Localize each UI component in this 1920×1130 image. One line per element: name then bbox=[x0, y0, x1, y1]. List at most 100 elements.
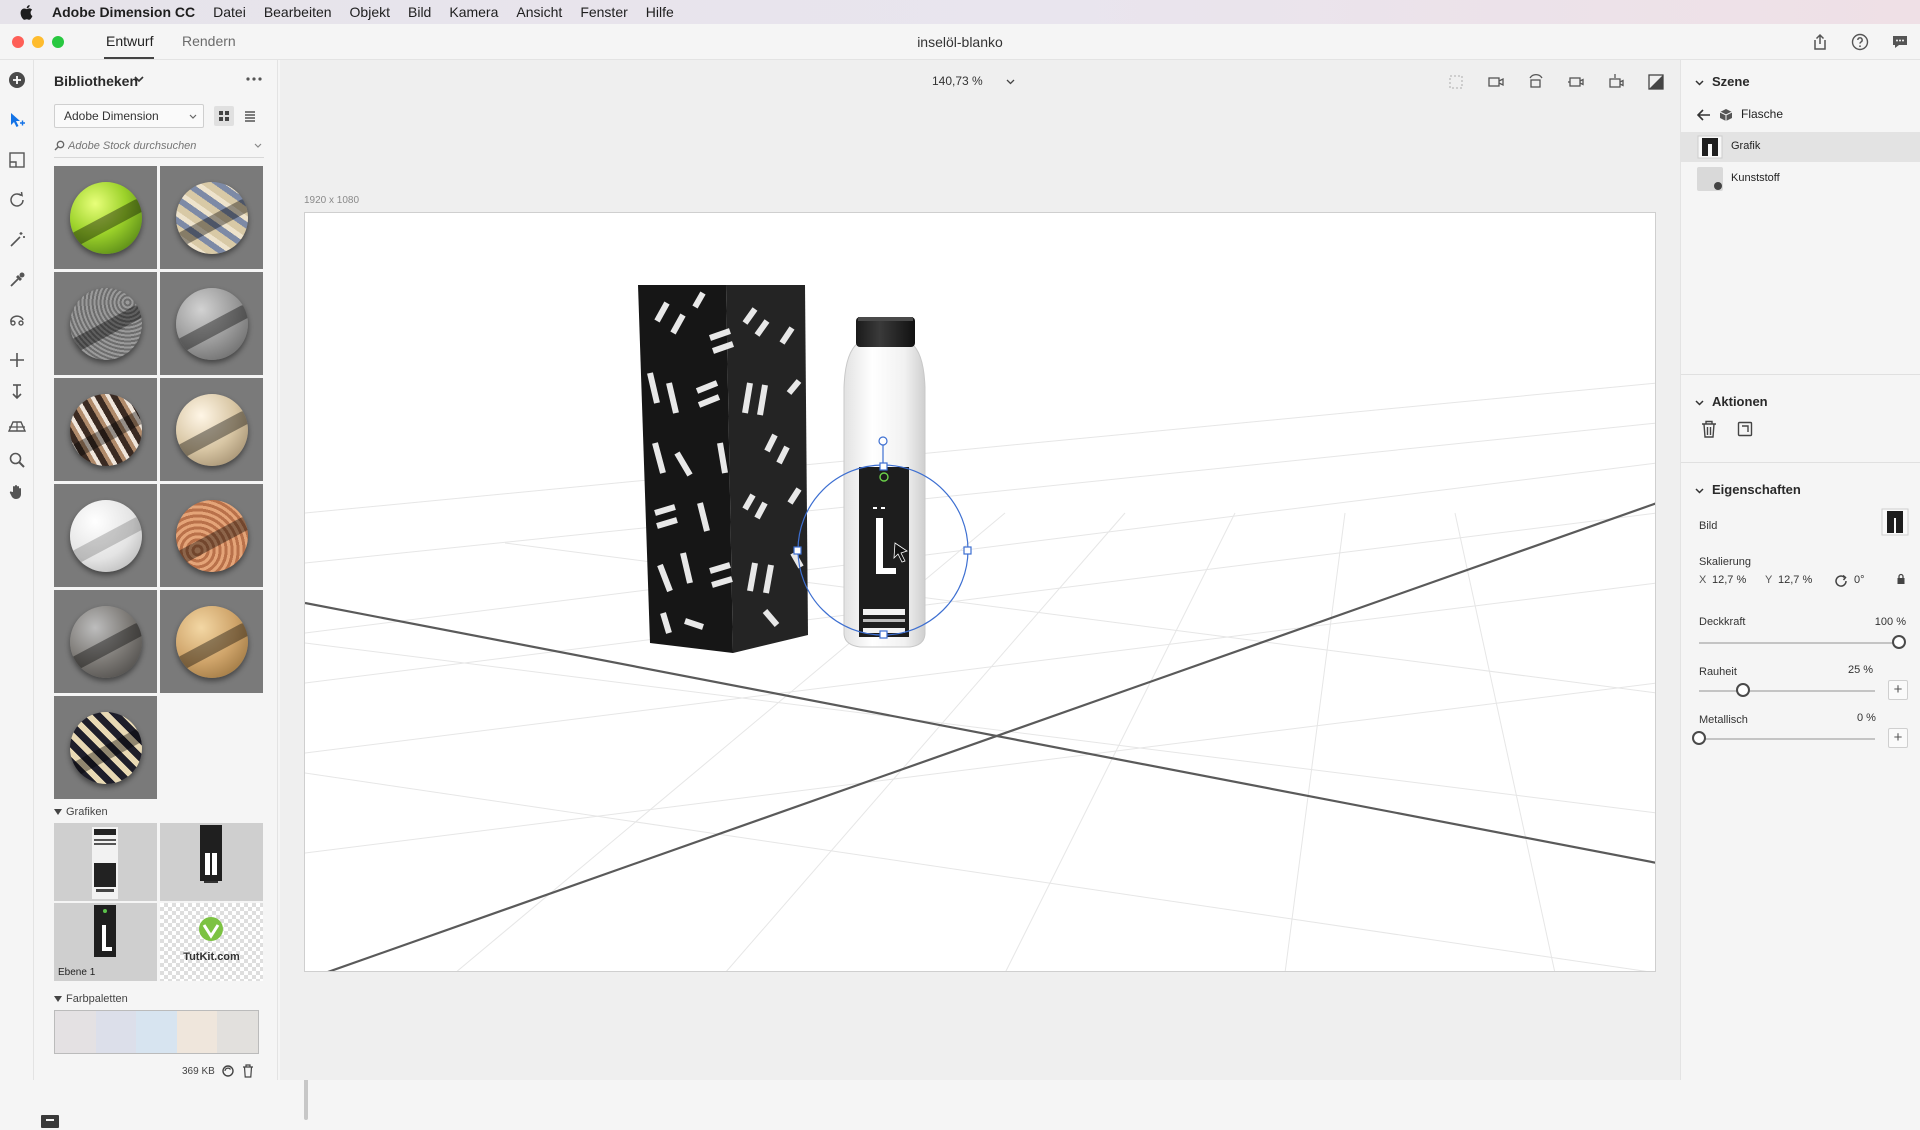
zoom-tool-icon[interactable] bbox=[7, 450, 27, 470]
image-thumbnail[interactable] bbox=[1881, 508, 1909, 536]
scene-section-header[interactable]: Szene bbox=[1695, 74, 1750, 89]
layer-item-plastic[interactable]: Kunststoff bbox=[1681, 164, 1920, 194]
opacity-value[interactable]: 100 % bbox=[1875, 616, 1906, 628]
move-tool-icon[interactable] bbox=[7, 150, 27, 170]
material-tile[interactable] bbox=[54, 696, 157, 799]
ground-plane-icon[interactable] bbox=[7, 416, 27, 436]
material-tile[interactable] bbox=[160, 590, 263, 693]
archive-icon[interactable] bbox=[40, 1112, 60, 1130]
metallic-slider-track[interactable] bbox=[1699, 738, 1875, 740]
material-tile[interactable] bbox=[160, 272, 263, 375]
list-view-icon[interactable] bbox=[240, 106, 260, 126]
rotation-input[interactable]: 0° bbox=[1854, 574, 1865, 586]
camera-dolly-icon[interactable] bbox=[1606, 72, 1626, 92]
menu-fenster[interactable]: Fenster bbox=[580, 4, 627, 20]
graphic-tile[interactable] bbox=[160, 823, 263, 901]
material-tile[interactable] bbox=[160, 378, 263, 481]
material-tile[interactable] bbox=[54, 166, 157, 269]
metallic-value[interactable]: 0 % bbox=[1857, 712, 1876, 724]
add-content-icon[interactable] bbox=[7, 70, 27, 90]
chevron-down-icon[interactable] bbox=[134, 76, 144, 83]
properties-title: Eigenschaften bbox=[1712, 482, 1801, 497]
graphic-tile[interactable]: Ebene 1 bbox=[54, 903, 157, 981]
grid-view-icon[interactable] bbox=[214, 106, 234, 126]
actions-title: Aktionen bbox=[1712, 394, 1768, 409]
trash-icon[interactable] bbox=[242, 1064, 254, 1078]
material-tile[interactable] bbox=[160, 484, 263, 587]
stock-search-input[interactable] bbox=[68, 137, 248, 155]
roughness-slider-track[interactable] bbox=[1699, 690, 1875, 692]
material-preview-sphere bbox=[70, 394, 142, 466]
more-options-icon[interactable] bbox=[244, 74, 264, 84]
app-name[interactable]: Adobe Dimension CC bbox=[52, 4, 195, 20]
library-source-value: Adobe Dimension bbox=[64, 109, 159, 123]
library-source-select[interactable]: Adobe Dimension bbox=[54, 104, 204, 128]
eyedropper-icon[interactable] bbox=[7, 270, 27, 290]
frame-icon[interactable] bbox=[1446, 72, 1466, 92]
menu-kamera[interactable]: Kamera bbox=[449, 4, 498, 20]
opacity-slider-track[interactable] bbox=[1699, 642, 1899, 644]
material-tile[interactable] bbox=[54, 590, 157, 693]
camera-orbit-icon[interactable] bbox=[1526, 72, 1546, 92]
camera-fit-icon[interactable] bbox=[1486, 72, 1506, 92]
roughness-slider-knob[interactable] bbox=[1736, 683, 1750, 697]
material-layer-thumbnail bbox=[1697, 167, 1723, 191]
add-roughness-map-button[interactable]: + bbox=[1888, 680, 1908, 700]
scale-y-input[interactable]: 12,7 % bbox=[1778, 574, 1812, 586]
material-tile[interactable] bbox=[54, 378, 157, 481]
palettes-section-header[interactable]: Farbpaletten bbox=[54, 993, 128, 1005]
roughness-value[interactable]: 25 % bbox=[1848, 664, 1873, 676]
transform-tool-icon[interactable] bbox=[7, 310, 27, 330]
close-window-button[interactable] bbox=[12, 36, 24, 48]
scene-render bbox=[305, 285, 1655, 971]
actions-section-header[interactable]: Aktionen bbox=[1695, 394, 1768, 409]
opacity-slider-knob[interactable] bbox=[1892, 635, 1906, 649]
graphic-tile[interactable]: TutKit.com bbox=[160, 903, 263, 981]
delete-icon[interactable] bbox=[1701, 420, 1717, 438]
add-point-icon[interactable] bbox=[7, 350, 27, 370]
graphic-tile[interactable] bbox=[54, 823, 157, 901]
apple-logo-icon[interactable] bbox=[18, 3, 36, 21]
material-tile[interactable] bbox=[160, 166, 263, 269]
orbit-tool-icon[interactable] bbox=[7, 190, 27, 210]
feedback-icon[interactable] bbox=[1890, 32, 1910, 52]
minimize-window-button[interactable] bbox=[32, 36, 44, 48]
scene-breadcrumb[interactable]: Flasche bbox=[1681, 100, 1920, 130]
lock-icon[interactable] bbox=[1896, 573, 1906, 585]
color-palette[interactable] bbox=[54, 1010, 259, 1054]
cloud-sync-icon[interactable] bbox=[220, 1064, 236, 1078]
zoom-level[interactable]: 140,73 % bbox=[932, 74, 983, 88]
tab-render[interactable]: Rendern bbox=[182, 33, 236, 49]
metallic-slider-knob[interactable] bbox=[1692, 731, 1706, 745]
properties-section-header[interactable]: Eigenschaften bbox=[1695, 482, 1801, 497]
share-icon[interactable] bbox=[1810, 32, 1830, 52]
libraries-title[interactable]: Bibliotheken bbox=[54, 73, 138, 89]
material-tile[interactable] bbox=[54, 272, 157, 375]
menu-bearbeiten[interactable]: Bearbeiten bbox=[264, 4, 332, 20]
menu-ansicht[interactable]: Ansicht bbox=[516, 4, 562, 20]
chevron-down-icon[interactable] bbox=[1006, 79, 1015, 85]
camera-pan-icon[interactable] bbox=[1566, 72, 1586, 92]
menu-objekt[interactable]: Objekt bbox=[350, 4, 390, 20]
graphics-section-header[interactable]: Grafiken bbox=[54, 806, 108, 818]
layer-item-graphic[interactable]: Grafik bbox=[1681, 132, 1920, 162]
palette-swatch bbox=[136, 1011, 177, 1053]
material-tile[interactable] bbox=[54, 484, 157, 587]
menu-datei[interactable]: Datei bbox=[213, 4, 246, 20]
magic-wand-icon[interactable] bbox=[7, 230, 27, 250]
menu-hilfe[interactable]: Hilfe bbox=[646, 4, 674, 20]
chevron-down-icon[interactable] bbox=[254, 143, 262, 148]
height-tool-icon[interactable] bbox=[7, 382, 27, 402]
add-metallic-map-button[interactable]: + bbox=[1888, 728, 1908, 748]
back-arrow-icon[interactable] bbox=[1697, 109, 1711, 121]
render-preview-icon[interactable] bbox=[1646, 72, 1666, 92]
place-image-icon[interactable] bbox=[1737, 421, 1753, 437]
tab-design[interactable]: Entwurf bbox=[106, 33, 153, 49]
zoom-window-button[interactable] bbox=[52, 36, 64, 48]
scale-x-input[interactable]: 12,7 % bbox=[1712, 574, 1746, 586]
help-icon[interactable] bbox=[1850, 32, 1870, 52]
menu-bild[interactable]: Bild bbox=[408, 4, 431, 20]
hand-tool-icon[interactable] bbox=[7, 482, 27, 502]
3d-viewport[interactable] bbox=[304, 212, 1656, 972]
select-tool-icon[interactable] bbox=[7, 110, 27, 130]
